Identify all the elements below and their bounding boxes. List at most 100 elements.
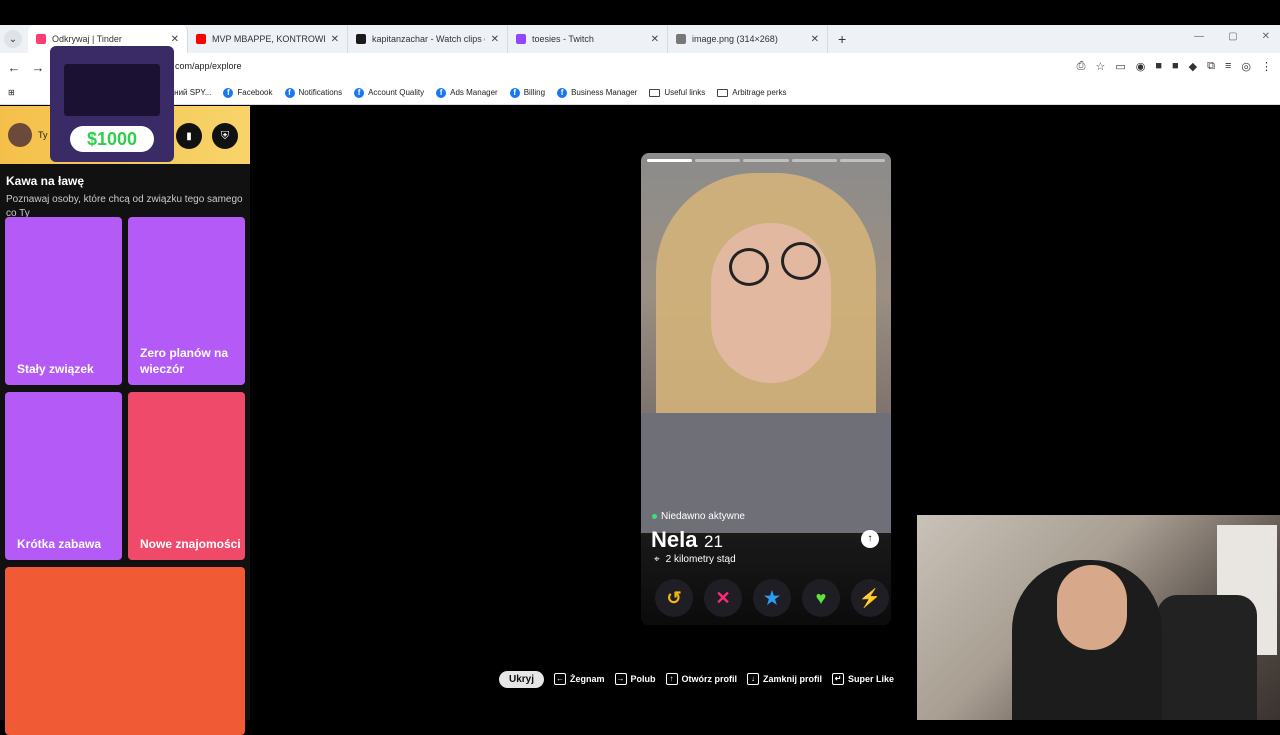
explore-card-label: Zero planów na wieczór [140, 346, 229, 376]
tab-title: kapitanzachar - Watch clips on [372, 34, 485, 44]
extension-icon[interactable]: ■ [1155, 60, 1162, 73]
extension-icon[interactable]: ■ [1172, 60, 1179, 73]
address-bar: ← → com/app/explore ⎙ ☆ ▭ ◉ ■ ■ ◆ ⧉ ≡ ◎ … [0, 53, 1280, 81]
profile-card[interactable]: Niedawno aktywne Nela 21 ⌖ 2 kilometry st… [641, 153, 891, 625]
rewind-button[interactable]: ↺ [655, 579, 693, 617]
folder-icon [649, 88, 661, 97]
hide-shortcuts-button[interactable]: Ukryj [499, 670, 545, 688]
extension-icon[interactable]: ◉ [1136, 60, 1146, 73]
photo-progress [647, 159, 886, 162]
tab-title: MVP MBAPPE, KONTROWERSY [212, 34, 325, 44]
close-window-icon[interactable]: ✕ [1262, 31, 1270, 42]
webcam-face [1057, 565, 1127, 650]
explore-card[interactable]: Nowe znajomości [128, 392, 245, 560]
tab-favicon-icon [196, 34, 206, 44]
apps-icon[interactable]: ⊞ [8, 88, 15, 97]
shortcut-label: Żegnam [570, 674, 605, 684]
nope-button[interactable]: ✕ [704, 579, 742, 617]
photo-progress-segment [743, 159, 789, 162]
new-tab-button[interactable]: + [838, 31, 846, 47]
section-title: Kawa na ławę [6, 174, 85, 188]
close-tab-icon[interactable]: ✕ [491, 34, 499, 45]
bookmark-star-icon[interactable]: ☆ [1095, 60, 1105, 73]
menu-icon[interactable]: ⋮ [1261, 60, 1272, 73]
promo-price: $1000 [70, 126, 154, 152]
bookmark-label: аний SPY... [169, 88, 212, 97]
close-tab-icon[interactable]: ✕ [331, 34, 339, 45]
bookmark-item[interactable]: f Facebook [223, 87, 273, 98]
open-profile-icon[interactable]: ↑ [861, 530, 879, 548]
browser-tab[interactable]: image.png (314×268) ✕ [668, 25, 828, 53]
profile-name: Nela [651, 527, 698, 552]
avatar[interactable] [8, 123, 32, 147]
bookmark-label: Billing [523, 88, 546, 97]
facebook-icon: f [284, 87, 295, 98]
webcam-overlay [917, 515, 1280, 720]
explore-card-label: Krótka zabawa [17, 537, 102, 551]
bookmark-item[interactable]: f Ads Manager [436, 87, 498, 98]
action-buttons: ↺ ✕ ★ ♥ ⚡ [649, 579, 889, 619]
key-icon: ↑ [665, 673, 678, 685]
browser-tab[interactable]: MVP MBAPPE, KONTROWERSY ✕ [188, 25, 348, 53]
tab-search-button[interactable]: ⌄ [4, 30, 22, 48]
extension-icon[interactable]: ◆ [1189, 60, 1197, 73]
forward-icon[interactable]: → [28, 60, 48, 75]
bookmark-item[interactable]: f Billing [509, 87, 546, 98]
tab-title: Odkrywaj | Tinder [52, 34, 122, 44]
explore-card-label: Nowe znajomości [140, 537, 241, 551]
online-dot-icon [652, 514, 657, 519]
puzzle-icon[interactable]: ⧉ [1207, 60, 1215, 73]
folder-icon [717, 88, 729, 97]
profile-age: 21 [704, 532, 723, 551]
window-controls: — ▢ ✕ [1194, 31, 1270, 42]
shortcut-hint: ← Żegnam [554, 673, 605, 685]
explore-card[interactable] [5, 567, 245, 735]
explore-card[interactable]: Stały związek [5, 217, 122, 385]
browser-tab[interactable]: kapitanzachar - Watch clips on ✕ [348, 25, 508, 53]
back-icon[interactable]: ← [4, 60, 24, 75]
explore-card-label: Stały związek [17, 362, 94, 376]
bookmark-item[interactable]: f Notifications [284, 87, 343, 98]
photo-progress-segment [791, 159, 837, 162]
shield-icon[interactable]: ⛨ [212, 123, 238, 149]
like-button[interactable]: ♥ [802, 579, 840, 617]
bookmark-item[interactable]: f Business Manager [557, 87, 638, 98]
tab-favicon-icon [676, 34, 686, 44]
tab-favicon-icon [516, 34, 526, 44]
photo-progress-segment [839, 159, 886, 162]
super-like-button[interactable]: ★ [753, 579, 791, 617]
bookmark-item[interactable]: Arbitrage perks [717, 88, 786, 98]
keyboard-shortcuts: Ukryj ← Żegnam → Polub ↑ Otwórz profil ↓ Zamkni… [499, 669, 894, 689]
close-tab-icon[interactable]: ✕ [651, 34, 659, 45]
facebook-icon: f [436, 87, 447, 98]
minimize-icon[interactable]: — [1194, 31, 1204, 42]
close-tab-icon[interactable]: ✕ [811, 34, 819, 45]
briefcase-icon[interactable]: ▮ [176, 123, 202, 149]
boost-button[interactable]: ⚡ [851, 579, 889, 617]
bookmark-label: Arbitrage perks [732, 88, 787, 97]
bookmark-label: Notifications [298, 88, 343, 97]
explore-card[interactable]: Zero planów na wieczór [128, 217, 245, 385]
profile-icon[interactable]: ◎ [1241, 60, 1251, 73]
promo-image [64, 64, 160, 116]
browser-tab[interactable]: toesies - Twitch ✕ [508, 25, 668, 53]
shortcut-hint: → Polub [614, 673, 656, 685]
bookmark-item[interactable]: Useful links [649, 88, 705, 98]
maximize-icon[interactable]: ▢ [1228, 31, 1237, 42]
install-icon[interactable]: ⎙ [1077, 60, 1086, 73]
tab-strip: ⌄ Odkrywaj | Tinder✕MVP MBAPPE, KONTROWE… [0, 25, 1280, 53]
bookmark-item[interactable]: f Account Quality [354, 87, 424, 98]
close-tab-icon[interactable]: ✕ [171, 34, 179, 45]
camera-icon[interactable]: ▭ [1115, 60, 1125, 73]
user-label[interactable]: Ty [38, 130, 48, 140]
media-icon[interactable]: ≡ [1225, 60, 1231, 73]
bookmark-label: Business Manager [571, 88, 638, 97]
shortcut-hint: ↵ Super Like [832, 673, 894, 685]
explore-card[interactable]: Krótka zabawa [5, 392, 122, 560]
photo-glasses [729, 242, 829, 286]
key-icon: ↵ [832, 673, 845, 685]
facebook-icon: f [557, 87, 568, 98]
url-field[interactable]: com/app/explore [175, 61, 242, 71]
profile-distance: ⌖ 2 kilometry stąd [654, 554, 736, 565]
tab-title: image.png (314×268) [692, 34, 778, 44]
